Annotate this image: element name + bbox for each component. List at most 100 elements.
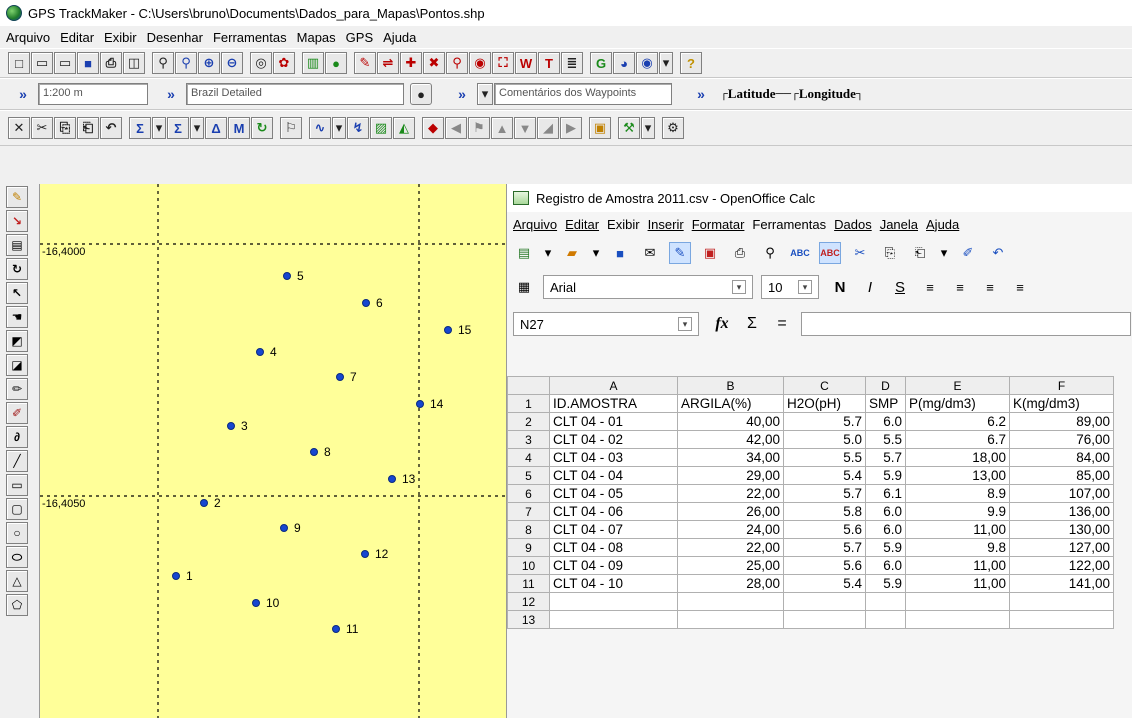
table-cell[interactable]: 42,00 [677, 430, 784, 449]
waypoint-13[interactable]: 13 [388, 472, 415, 486]
row-header[interactable]: 7 [507, 502, 550, 521]
table-cell[interactable]: 5.9 [865, 574, 906, 593]
calc-menu-exibir[interactable]: Exibir [607, 217, 640, 232]
binoculars-icon[interactable]: ◎ [250, 52, 272, 74]
waypoint-11[interactable]: 11 [332, 622, 358, 636]
sum-s-icon[interactable]: Σ [129, 117, 151, 139]
map-canvas[interactable]: -16,4000 -16,4050 1 2 3 4 5 6 7 8 9 10 1… [40, 184, 506, 718]
track-tool-icon[interactable]: ⇌ [377, 52, 399, 74]
table-cell[interactable]: CLT 04 - 07 [549, 520, 678, 539]
scale-field[interactable]: 1:200 m [38, 83, 148, 105]
table-cell[interactable]: 29,00 [677, 466, 784, 485]
comment-arrow-icon[interactable]: » [447, 83, 477, 105]
font-name-box[interactable]: Arial ▾ [543, 275, 753, 299]
pentagon-icon[interactable]: ⬠ [6, 594, 28, 616]
zoom-out-icon[interactable]: ⊖ [221, 52, 243, 74]
waypoint-w-icon[interactable]: W [515, 52, 537, 74]
print-document-icon[interactable]: ⎙ [729, 242, 751, 264]
table-cell[interactable]: 25,00 [677, 556, 784, 575]
email-icon[interactable]: ✉ [639, 242, 661, 264]
coord-arrow-icon[interactable]: » [686, 83, 716, 105]
corner-cell[interactable] [507, 376, 550, 395]
area-icon[interactable]: ▨ [370, 117, 392, 139]
waypoint-5[interactable]: 5 [283, 269, 304, 283]
close-icon[interactable]: ✕ [8, 117, 30, 139]
chart-icon[interactable]: ▥ [302, 52, 324, 74]
calc-menu-editar[interactable]: Editar [565, 217, 599, 232]
table-cell[interactable]: 107,00 [1009, 484, 1114, 503]
table-cell[interactable]: 9.8 [905, 538, 1010, 557]
table-cell[interactable]: 5.7 [783, 484, 866, 503]
line-dropdown-icon[interactable]: ▾ [332, 117, 346, 139]
align-right-icon[interactable]: ≡ [979, 276, 1001, 298]
open-dropdown-icon[interactable]: ▾ [591, 242, 601, 264]
table-cell[interactable]: 34,00 [677, 448, 784, 467]
route-pencil-icon[interactable]: ✐ [6, 402, 28, 424]
refresh-icon[interactable]: ↻ [251, 117, 273, 139]
row-header[interactable]: 13 [507, 610, 550, 629]
line-tool-icon[interactable]: ∿ [309, 117, 331, 139]
new-dropdown-icon[interactable]: ▾ [543, 242, 553, 264]
layer-icon[interactable]: ◩ [6, 330, 28, 352]
table-cell[interactable]: 28,00 [677, 574, 784, 593]
font-size-chevron-icon[interactable]: ▾ [798, 280, 812, 294]
measure-icon[interactable]: ↘ [6, 210, 28, 232]
new-document-icon[interactable]: ▤ [513, 242, 535, 264]
gps-connect-icon[interactable]: ◕ [613, 52, 635, 74]
gtm-menu-editar[interactable]: Editar [60, 30, 94, 45]
map-ball-icon[interactable]: ● [410, 83, 432, 105]
table-cell[interactable]: 130,00 [1009, 520, 1114, 539]
gtm-menu-arquivo[interactable]: Arquivo [6, 30, 50, 45]
table-cell[interactable]: 5.7 [865, 448, 906, 467]
table-cell[interactable] [549, 610, 678, 629]
row-header[interactable]: 9 [507, 538, 550, 557]
table-cell[interactable]: 6.0 [865, 520, 906, 539]
table-cell[interactable]: 89,00 [1009, 412, 1114, 431]
table-cell[interactable]: CLT 04 - 09 [549, 556, 678, 575]
circle-icon[interactable]: ○ [6, 522, 28, 544]
dropdown-arrow-icon[interactable]: ▾ [659, 52, 673, 74]
table-cell[interactable]: 24,00 [677, 520, 784, 539]
table-cell[interactable]: 85,00 [1009, 466, 1114, 485]
column-header-b[interactable]: B [677, 376, 784, 395]
row-header[interactable]: 8 [507, 520, 550, 539]
table-cell[interactable]: 136,00 [1009, 502, 1114, 521]
table-cell[interactable]: 22,00 [677, 538, 784, 557]
rectangle-icon[interactable]: ▭ [6, 474, 28, 496]
column-header-d[interactable]: D [865, 376, 906, 395]
table-cell[interactable]: 6.0 [865, 556, 906, 575]
comment-dropdown-icon[interactable]: ▾ [477, 83, 493, 105]
column-header-c[interactable]: C [783, 376, 866, 395]
paste-doc-icon[interactable]: ⎗ [909, 242, 931, 264]
copy-icon[interactable]: ⎘ [54, 117, 76, 139]
gtm-menu-exibir[interactable]: Exibir [104, 30, 137, 45]
table-cell[interactable]: 11,00 [905, 574, 1010, 593]
calc-menu-inserir[interactable]: Inserir [648, 217, 684, 232]
table-cell[interactable]: ARGILA(%) [677, 394, 784, 413]
table-cell[interactable]: 5.5 [783, 448, 866, 467]
table-cell[interactable]: 18,00 [905, 448, 1010, 467]
search-track-icon[interactable]: ⚲ [446, 52, 468, 74]
row-header[interactable]: 11 [507, 574, 550, 593]
waypoint-1[interactable]: 1 [172, 569, 193, 583]
gps-globe-icon[interactable]: ● [325, 52, 347, 74]
table-cell[interactable]: CLT 04 - 01 [549, 412, 678, 431]
table-cell[interactable]: 5.4 [783, 466, 866, 485]
find-waypoint-icon[interactable]: ⚲ [152, 52, 174, 74]
flag-icon[interactable]: ⚑ [468, 117, 490, 139]
row-header[interactable]: 3 [507, 430, 550, 449]
help-icon[interactable]: ? [680, 52, 702, 74]
column-header-f[interactable]: F [1009, 376, 1114, 395]
down-arrow-icon[interactable]: ▼ [514, 117, 536, 139]
spellcheck-icon[interactable]: ABC [789, 242, 811, 264]
table-cell[interactable]: CLT 04 - 02 [549, 430, 678, 449]
row-header[interactable]: 2 [507, 412, 550, 431]
ramp-icon[interactable]: ◢ [537, 117, 559, 139]
gtm-menu-mapas[interactable]: Mapas [297, 30, 336, 45]
calc-menu-formatar[interactable]: Formatar [692, 217, 745, 232]
autospell-icon[interactable]: ABC [819, 242, 841, 264]
rounded-rect-icon[interactable]: ▢ [6, 498, 28, 520]
bag-icon[interactable]: ◆ [422, 117, 444, 139]
select-arrow-icon[interactable]: ↖ [6, 282, 28, 304]
table-cell[interactable]: 13,00 [905, 466, 1010, 485]
